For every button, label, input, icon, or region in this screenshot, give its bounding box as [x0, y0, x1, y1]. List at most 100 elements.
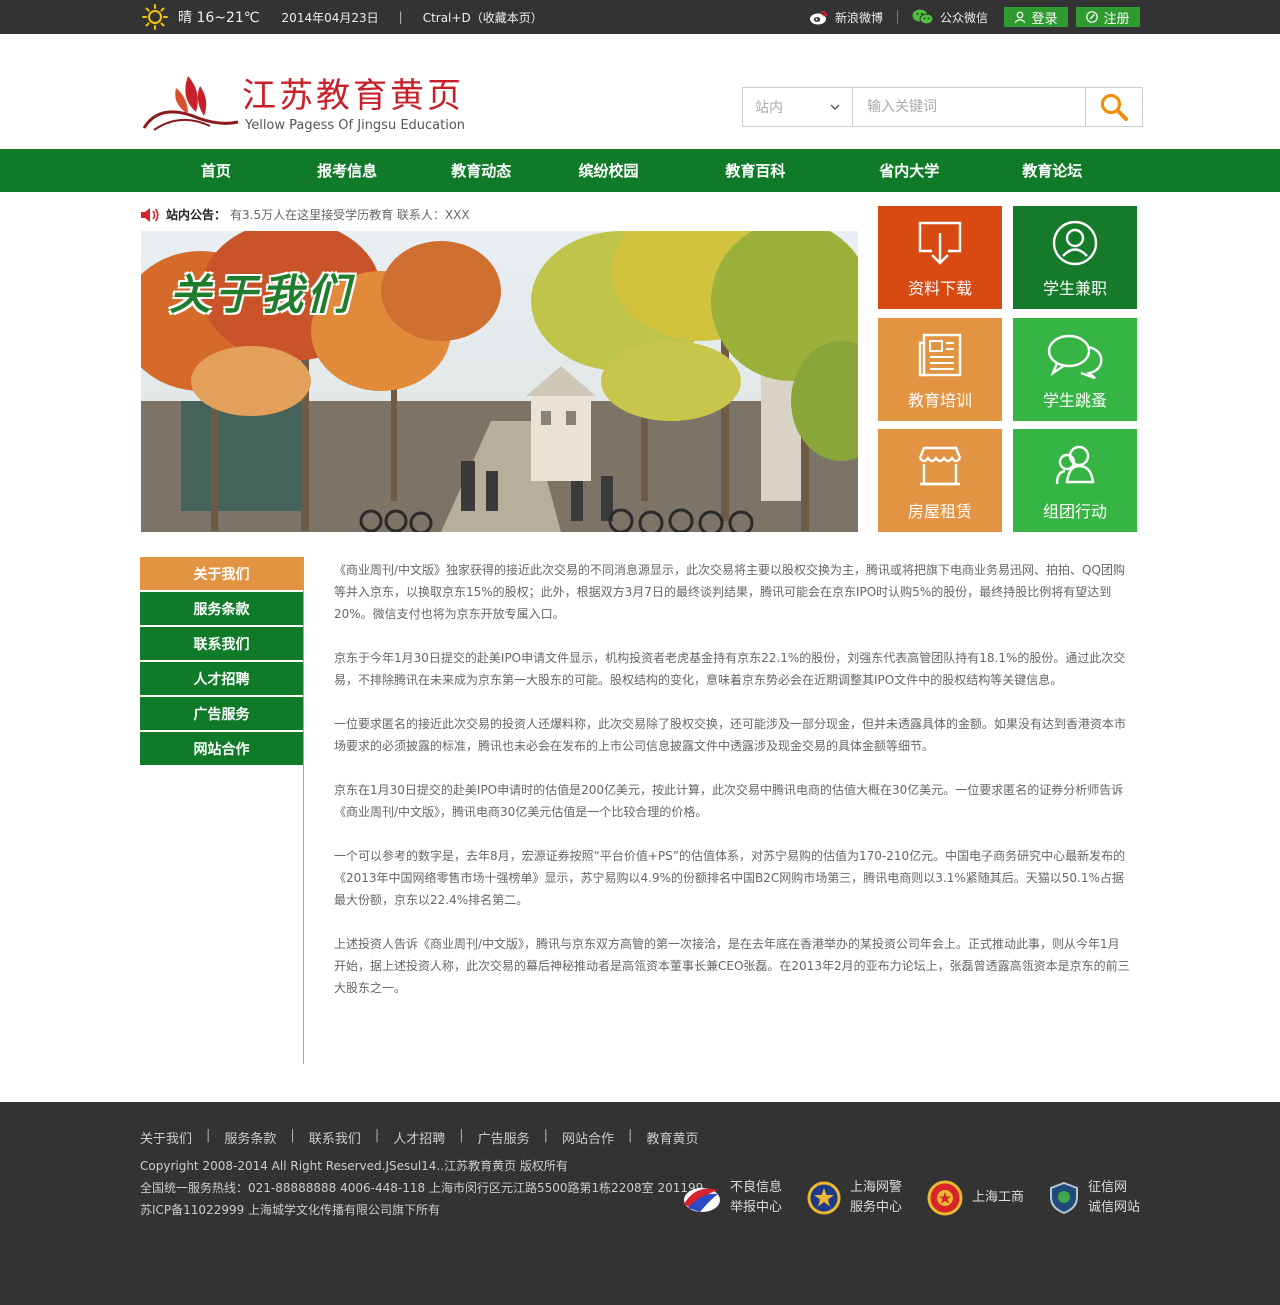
report-icon — [683, 1188, 720, 1212]
badge-commerce[interactable]: 上海工商 — [926, 1179, 1024, 1217]
footer-link-separator: | — [459, 1128, 464, 1143]
badge-line2: 服务中心 — [849, 1200, 902, 1215]
footer-link-separator: | — [374, 1128, 380, 1143]
chat-icon — [1047, 334, 1103, 379]
commerce-icon — [927, 1180, 963, 1216]
tile-label: 教育培训 — [907, 391, 972, 410]
site-notice: 站内公告： 有3.5万人在这里接受学历教育 联系人：XXX — [140, 206, 470, 223]
footer-icp: 苏ICP备11022999 上海城学文化传播有限公司旗下所有 — [140, 1203, 441, 1217]
user-icon — [1052, 220, 1098, 266]
sidebar-item-careers[interactable]: 人才招聘 — [140, 662, 303, 695]
footer-link-careers[interactable]: 人才招聘 — [393, 1128, 445, 1147]
search-input[interactable] — [853, 88, 1085, 126]
police-icon — [807, 1181, 841, 1215]
badge-line1: 不良信息 — [729, 1180, 782, 1195]
badge-report-center[interactable]: 不良信息 举报中心 — [680, 1178, 782, 1218]
separator: | — [398, 10, 403, 24]
content-area: 关于我们 服务条款 联系我们 人才招聘 广告服务 网站合作 《商业周刊/中文版》… — [140, 557, 1140, 1087]
notice-text: 有3.5万人在这里接受学历教育 联系人：XXX — [230, 208, 470, 222]
bookmark-link[interactable]: Ctral+D（收藏本页） — [423, 9, 543, 26]
nav-item-campus[interactable]: 缤纷校园 — [560, 149, 657, 192]
nav-item-edu-news[interactable]: 教育动态 — [402, 149, 560, 192]
download-icon — [918, 221, 962, 265]
footer-badges: 不良信息 举报中心 上海网警 服务中心 上海工商 征信网 诚信网站 — [656, 1178, 1140, 1218]
wechat-link[interactable]: 公众微信 — [912, 9, 988, 26]
tile-part-time-jobs[interactable]: 学生兼职 — [1013, 206, 1137, 309]
badge-line2: 诚信网站 — [1087, 1200, 1140, 1215]
chevron-down-icon — [830, 104, 840, 110]
register-button[interactable]: 注册 — [1076, 7, 1140, 27]
edit-icon — [1086, 11, 1099, 23]
article-paragraph: 上述投资人告诉《商业周刊/中文版》，腾讯与京东双方高管的第一次接洽，是在去年底在… — [334, 937, 1130, 995]
nav-item-forum[interactable]: 教育论坛 — [964, 149, 1140, 192]
weibo-link[interactable]: 新浪微博 — [809, 9, 883, 26]
group-icon — [1055, 445, 1095, 485]
sun-icon — [142, 4, 168, 30]
banner-zone: 站内公告： 有3.5万人在这里接受学历教育 联系人：XXX 关于我们 资料下载 … — [140, 192, 1140, 557]
article-paragraph: 京东在1月30日提交的赴美IPO申请时的估值是200亿美元，按此计算，此次交易中… — [334, 783, 1124, 819]
wechat-icon — [912, 9, 934, 25]
notice-label: 站内公告： — [166, 208, 227, 222]
divider — [896, 10, 898, 24]
credit-icon — [1049, 1181, 1078, 1215]
newspaper-icon — [918, 333, 962, 377]
tile-downloads[interactable]: 资料下载 — [878, 206, 1002, 309]
footer-link-about[interactable]: 关于我们 — [140, 1128, 192, 1147]
search-icon — [1101, 94, 1128, 121]
top-bar: 晴 16~21℃ 2014年04月23日 | Ctral+D（收藏本页） 新浪微… — [0, 0, 1280, 34]
footer-link-separator: | — [628, 1128, 633, 1143]
search-scope-value: 站内 — [755, 100, 783, 116]
sidebar-item-advertising[interactable]: 广告服务 — [140, 697, 303, 730]
sidebar-item-terms[interactable]: 服务条款 — [140, 592, 303, 625]
badge-line1: 上海工商 — [971, 1190, 1024, 1205]
footer-hotline: 全国统一服务热线：021-88888888 4006-448-118 上海市闵行… — [140, 1181, 704, 1195]
user-icon — [1015, 11, 1026, 23]
sidebar-menu: 关于我们 服务条款 联系我们 人才招聘 广告服务 网站合作 — [140, 557, 304, 1064]
banner-title: 关于我们 — [169, 270, 354, 319]
tile-label: 学生跳蚤 — [1042, 391, 1107, 410]
badge-line1: 上海网警 — [849, 1180, 902, 1195]
nav-item-encyclopedia[interactable]: 教育百科 — [657, 149, 854, 192]
article-body: 《商业周刊/中文版》独家获得的接近此次交易的不同消息源显示，此次交易将主要以股权… — [334, 559, 1130, 1021]
tile-label: 学生兼职 — [1042, 279, 1107, 298]
speaker-icon — [141, 207, 159, 222]
banner-image: 关于我们 — [141, 231, 858, 532]
header: 江苏教育黄页 Yellow Pagess Of Jingsu Education… — [0, 34, 1280, 149]
tile-label: 组团行动 — [1042, 502, 1107, 521]
footer-link-advertising[interactable]: 广告服务 — [478, 1128, 530, 1147]
article-paragraph: 《商业周刊/中文版》独家获得的接近此次交易的不同消息源显示，此次交易将主要以股权… — [334, 563, 1125, 621]
tile-label: 资料下载 — [907, 279, 972, 298]
footer-link-separator: | — [290, 1128, 295, 1143]
badge-line1: 征信网 — [1087, 1180, 1127, 1195]
footer-link-partnership[interactable]: 网站合作 — [562, 1128, 614, 1147]
sidebar-item-partnership[interactable]: 网站合作 — [140, 732, 303, 765]
weibo-icon — [809, 11, 828, 25]
weather-text: 晴 16~21℃ — [178, 10, 260, 26]
badge-cyber-police[interactable]: 上海网警 服务中心 — [806, 1178, 902, 1218]
wechat-label: 公众微信 — [939, 10, 988, 25]
sidebar-item-contact[interactable]: 联系我们 — [140, 627, 303, 660]
nav-item-home[interactable]: 首页 — [140, 149, 292, 192]
nav-item-exam-info[interactable]: 报考信息 — [292, 149, 402, 192]
footer-link-separator: | — [206, 1128, 211, 1143]
nav-item-universities[interactable]: 省内大学 — [854, 149, 964, 192]
register-label: 注册 — [1103, 11, 1130, 27]
logo-swirl-icon — [142, 76, 239, 131]
tile-housing-rental[interactable]: 房屋租赁 — [878, 429, 1002, 532]
badge-credit-site[interactable]: 征信网 诚信网站 — [1048, 1178, 1140, 1218]
footer-link-contact[interactable]: 联系我们 — [309, 1128, 361, 1147]
login-button[interactable]: 登录 — [1004, 7, 1068, 27]
search-box: 站内 — [742, 87, 1143, 127]
date-text: 2014年04月23日 — [281, 10, 379, 25]
tile-group-activities[interactable]: 组团行动 — [1013, 429, 1137, 532]
sidebar-item-about[interactable]: 关于我们 — [140, 557, 303, 590]
search-scope-select[interactable]: 站内 — [743, 88, 853, 126]
search-button[interactable] — [1085, 88, 1142, 126]
tile-flea-market[interactable]: 学生跳蚤 — [1013, 318, 1137, 421]
footer-link-yellowpages[interactable]: 教育黄页 — [646, 1128, 698, 1147]
tile-training[interactable]: 教育培训 — [878, 318, 1002, 421]
article-paragraph: 一位要求匿名的接近此次交易的投资人还爆料称，此次交易除了股权交换，还可能涉及一部… — [334, 717, 1127, 753]
site-logo[interactable]: 江苏教育黄页 Yellow Pagess Of Jingsu Education — [140, 72, 470, 136]
badge-line2: 举报中心 — [729, 1200, 782, 1215]
footer-link-terms[interactable]: 服务条款 — [224, 1128, 276, 1147]
